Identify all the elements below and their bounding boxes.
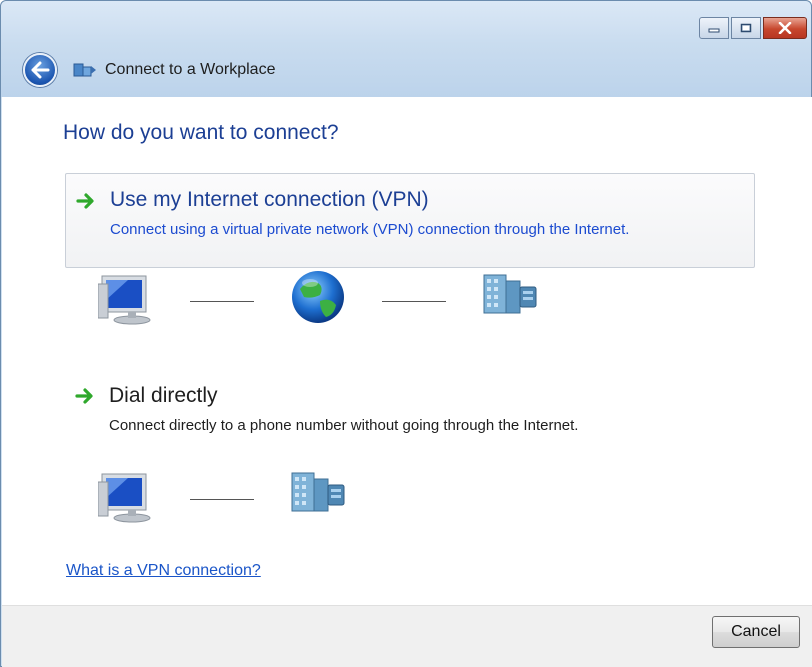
close-button[interactable] xyxy=(763,17,807,39)
option-vpn-title: Use my Internet connection (VPN) xyxy=(110,188,429,211)
page-heading: How do you want to connect? xyxy=(63,121,339,144)
computer-icon xyxy=(98,275,151,325)
option-vpn[interactable]: Use my Internet connection (VPN) Connect… xyxy=(65,173,755,268)
office-building-icon xyxy=(483,274,537,314)
option-dial-description: Connect directly to a phone number witho… xyxy=(109,417,579,434)
maximize-button[interactable] xyxy=(731,17,761,39)
option-dial-directly[interactable]: Dial directly Connect directly to a phon… xyxy=(65,382,755,442)
back-arrow-icon xyxy=(31,61,50,79)
connection-line xyxy=(190,499,254,500)
computer-icon xyxy=(98,473,151,523)
window-title: Connect to a Workplace xyxy=(105,61,276,78)
vpn-help-link[interactable]: What is a VPN connection? xyxy=(66,562,261,580)
caption-buttons xyxy=(699,17,807,39)
globe-icon xyxy=(292,271,344,323)
option-vpn-description: Connect using a virtual private network … xyxy=(110,221,630,238)
close-icon xyxy=(778,22,792,34)
maximize-icon xyxy=(740,23,752,33)
dialog-footer: Cancel xyxy=(2,605,812,667)
navigation-row: Connect to a Workplace xyxy=(23,53,275,87)
office-building-icon xyxy=(291,472,345,512)
title-bar: Connect to a Workplace xyxy=(1,1,811,97)
connection-line xyxy=(382,301,446,302)
network-connection-icon xyxy=(73,63,96,77)
minimize-icon xyxy=(708,28,720,33)
green-arrow-icon xyxy=(76,193,94,209)
connection-line xyxy=(190,301,254,302)
dialog-window: Connect to a Workplace How do you want t… xyxy=(0,0,812,667)
green-arrow-icon xyxy=(75,388,93,404)
minimize-button[interactable] xyxy=(699,17,729,39)
option-dial-title: Dial directly xyxy=(109,384,218,407)
cancel-button[interactable]: Cancel xyxy=(712,616,800,648)
back-button[interactable] xyxy=(23,53,57,87)
content-area: How do you want to connect? Use my Inter… xyxy=(2,97,812,605)
